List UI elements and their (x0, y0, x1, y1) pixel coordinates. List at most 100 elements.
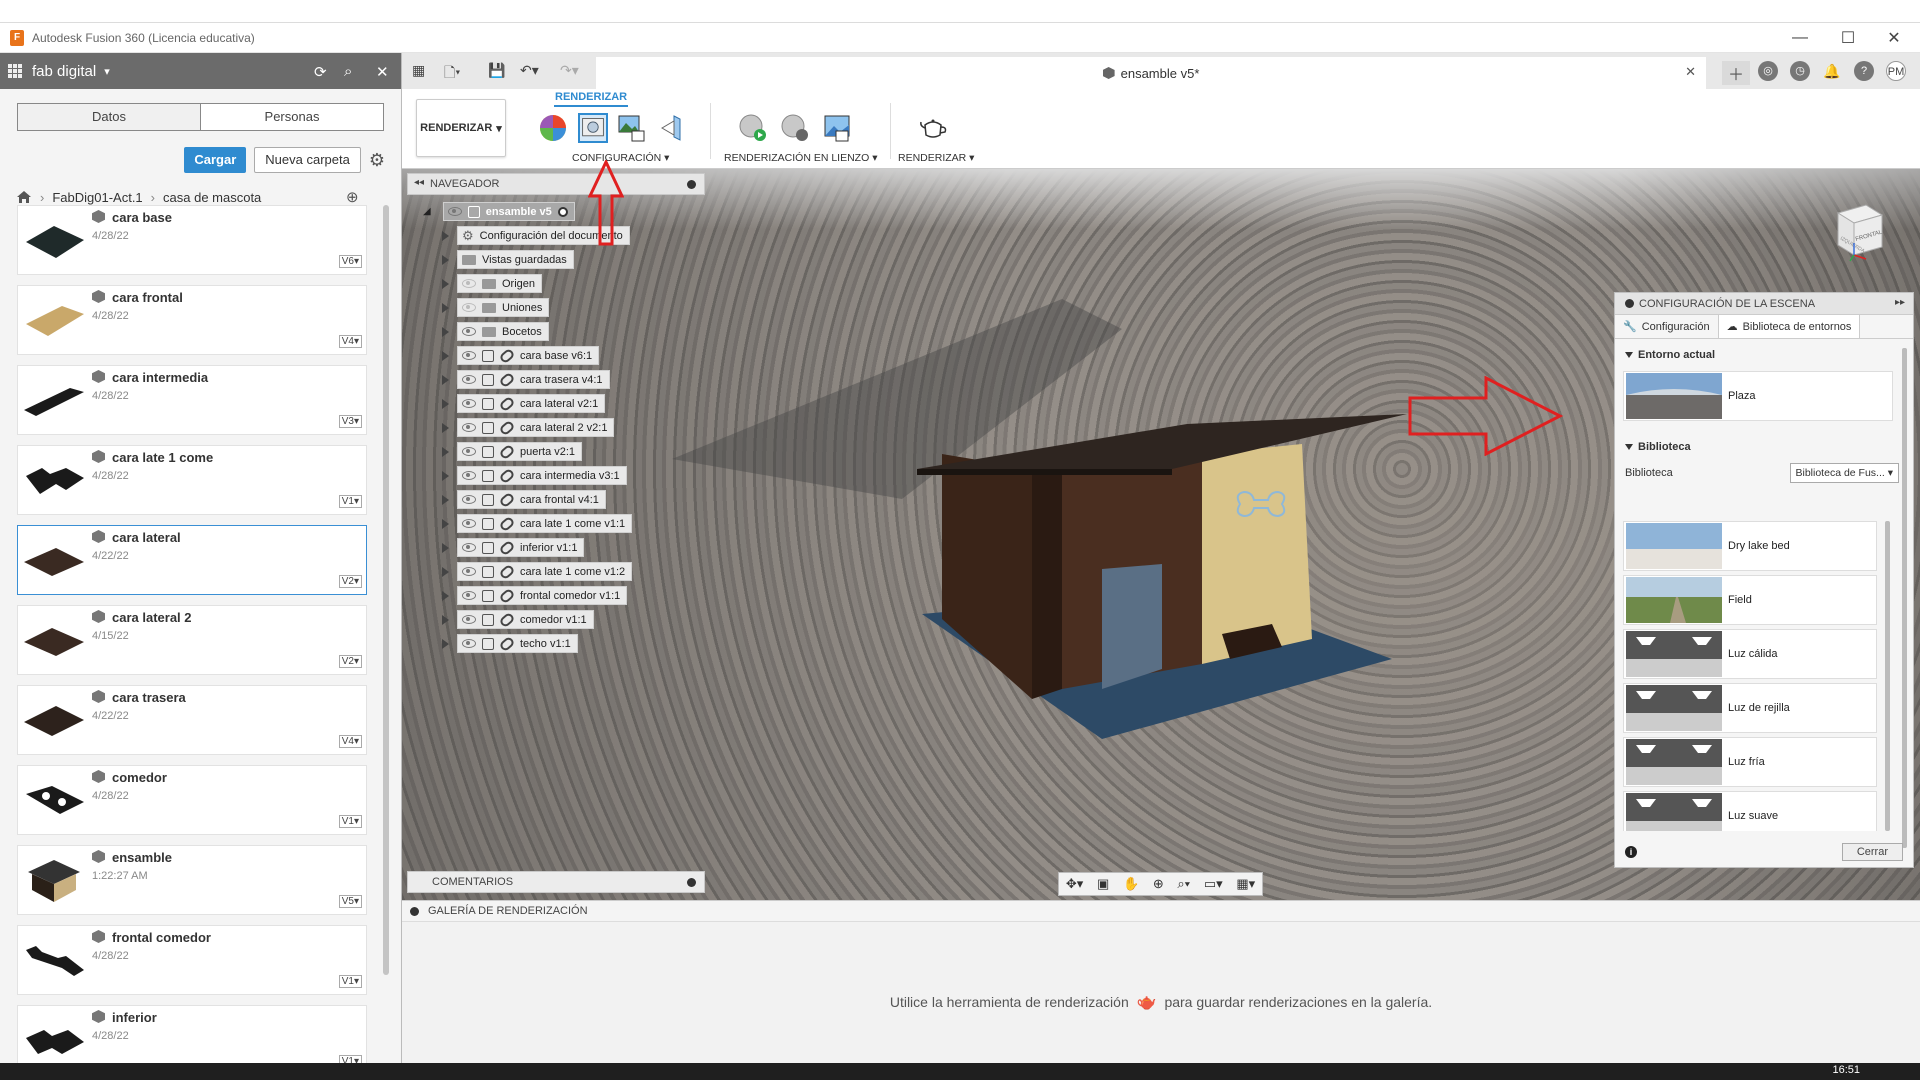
navigator-item[interactable]: puerta v2:1 (442, 442, 583, 461)
decal-icon[interactable] (656, 113, 686, 143)
close-icon[interactable]: ✕ (376, 63, 389, 81)
environment-item[interactable]: Dry lake bed (1623, 521, 1877, 571)
texture-map-icon[interactable] (616, 113, 646, 143)
expand-triangle-icon[interactable] (442, 566, 449, 577)
version-badge[interactable]: V2▾ (338, 655, 362, 668)
version-badge[interactable]: V2▾ (338, 575, 362, 588)
navigator-item[interactable]: techo v1:1 (442, 634, 578, 653)
navigator-item[interactable]: inferior v1:1 (442, 538, 585, 557)
navigator-item[interactable]: cara lateral 2 v2:1 (442, 418, 615, 437)
expand-triangle-icon[interactable] (442, 542, 449, 553)
navigator-item[interactable]: frontal comedor v1:1 (442, 586, 628, 605)
file-item[interactable]: frontal comedor 4/28/22 V1▾ (17, 925, 367, 995)
expand-triangle-icon[interactable] (442, 374, 449, 385)
appearance-icon[interactable] (538, 113, 568, 143)
section-current-environment[interactable]: Entorno actual (1615, 349, 1913, 361)
gear-icon[interactable]: ⚙ (369, 150, 385, 171)
file-menu-icon[interactable]: 🗋▾ (444, 62, 460, 86)
refresh-icon[interactable]: ⟳ (314, 63, 327, 81)
extensions-icon[interactable]: ◎ (1758, 61, 1778, 81)
expand-triangle-icon[interactable] (442, 638, 449, 649)
version-badge[interactable]: V3▾ (338, 415, 362, 428)
pin-icon[interactable] (1625, 299, 1634, 308)
visibility-icon[interactable] (447, 207, 462, 216)
file-item[interactable]: cara trasera 4/22/22 V4▾ (17, 685, 367, 755)
expand-triangle-icon[interactable] (442, 518, 449, 529)
incanvas-settings-icon[interactable] (780, 113, 810, 143)
group-renderizacion-en-lienzo[interactable]: RENDERIZACIÓN EN LIENZO ▾ (724, 152, 877, 164)
visibility-icon[interactable] (462, 495, 476, 504)
tab-datos[interactable]: Datos (18, 104, 201, 130)
capture-image-icon[interactable] (822, 113, 852, 143)
section-library[interactable]: Biblioteca (1615, 441, 1913, 453)
close-window-button[interactable]: ✕ (1872, 23, 1916, 53)
navigator-item[interactable]: cara late 1 come v1:2 (442, 562, 633, 581)
tab-configuracion[interactable]: 🔧 Configuración (1615, 315, 1718, 338)
tab-renderizar[interactable]: RENDERIZAR (554, 91, 629, 107)
scene-panel-scrollbar[interactable] (1902, 348, 1907, 848)
environment-item[interactable]: Field (1623, 575, 1877, 625)
expand-triangle-icon[interactable] (442, 446, 449, 457)
current-environment-card[interactable]: Plaza (1623, 371, 1893, 421)
look-at-icon[interactable]: ▣ (1097, 876, 1109, 892)
pin-icon[interactable] (687, 878, 696, 887)
incanvas-render-icon[interactable] (738, 113, 768, 143)
expand-triangle-icon[interactable] (442, 230, 449, 241)
display-settings-icon[interactable]: ▭▾ (1204, 876, 1223, 892)
orbit-icon[interactable]: ✥▾ (1066, 876, 1083, 892)
file-item[interactable]: cara lateral 4/22/22 V2▾ (17, 525, 367, 595)
notifications-icon[interactable]: 🔔 (1822, 61, 1842, 81)
expand-triangle-icon[interactable] (442, 350, 449, 361)
expand-triangle-icon[interactable] (442, 326, 449, 337)
expand-triangle-icon[interactable] (442, 590, 449, 601)
navigator-item[interactable]: cara lateral v2:1 (442, 394, 606, 413)
navigator-header[interactable]: ◂◂ NAVEGADOR (407, 173, 705, 195)
breadcrumb-folder[interactable]: casa de mascota (163, 190, 261, 205)
navigator-item[interactable]: comedor v1:1 (442, 610, 594, 629)
file-item[interactable]: ensamble 1:22:27 AM V5▾ (17, 845, 367, 915)
visibility-icon[interactable] (462, 543, 476, 552)
activate-icon[interactable] (557, 206, 568, 217)
expand-triangle-icon[interactable] (442, 614, 449, 625)
fit-icon[interactable]: ⌕▾ (1177, 876, 1190, 892)
navigator-item[interactable]: cara frontal v4:1 (442, 490, 606, 509)
visibility-icon[interactable] (462, 303, 476, 312)
file-item[interactable]: cara intermedia 4/28/22 V3▾ (17, 365, 367, 435)
collapse-icon[interactable]: ◂◂ (414, 177, 424, 188)
library-select[interactable]: Biblioteca de Fus... ▾ (1789, 463, 1899, 483)
visibility-icon[interactable] (462, 279, 476, 288)
expand-triangle-icon[interactable] (442, 398, 449, 409)
file-item[interactable]: comedor 4/28/22 V1▾ (17, 765, 367, 835)
navigator-item[interactable]: cara intermedia v3:1 (442, 466, 627, 485)
save-icon[interactable]: 💾 (488, 62, 505, 79)
document-tab[interactable]: ensamble v5* ✕ (596, 57, 1706, 89)
environment-item[interactable]: Luz suave (1623, 791, 1877, 831)
visibility-icon[interactable] (462, 471, 476, 480)
data-panel-toggle-icon[interactable]: ▦ (412, 62, 425, 79)
file-item[interactable]: cara late 1 come 4/28/22 V1▾ (17, 445, 367, 515)
home-icon[interactable] (16, 190, 32, 204)
globe-icon[interactable]: ⊕ (346, 188, 359, 206)
expand-triangle-icon[interactable] (442, 254, 449, 265)
visibility-icon[interactable] (462, 327, 476, 336)
breadcrumb-project[interactable]: FabDig01-Act.1 (52, 190, 142, 205)
render-teapot-icon[interactable] (918, 113, 948, 143)
expand-triangle-icon[interactable] (442, 494, 449, 505)
version-badge[interactable]: V1▾ (338, 815, 362, 828)
navigator-item[interactable]: Vistas guardadas (442, 250, 574, 269)
job-status-icon[interactable]: ◷ (1790, 61, 1810, 81)
maximize-button[interactable]: ☐ (1826, 23, 1870, 53)
navigator-item[interactable]: cara trasera v4:1 (442, 370, 610, 389)
project-selector[interactable]: fab digital (32, 63, 96, 80)
visibility-icon[interactable] (462, 399, 476, 408)
grid-settings-icon[interactable]: ▦▾ (1236, 876, 1255, 892)
expand-triangle-icon[interactable] (442, 302, 449, 313)
navigator-item[interactable]: cara base v6:1 (442, 346, 600, 365)
redo-icon[interactable]: ↷▾ (560, 62, 579, 79)
avatar[interactable]: PM (1886, 61, 1906, 81)
scene-settings-icon[interactable] (578, 113, 608, 143)
navigator-item[interactable]: Uniones (442, 298, 550, 317)
pin-icon[interactable] (410, 907, 419, 916)
expand-icon[interactable]: ▸▸ (1895, 297, 1905, 308)
tab-biblioteca-de-entornos[interactable]: ☁ Biblioteca de entornos (1717, 315, 1861, 338)
